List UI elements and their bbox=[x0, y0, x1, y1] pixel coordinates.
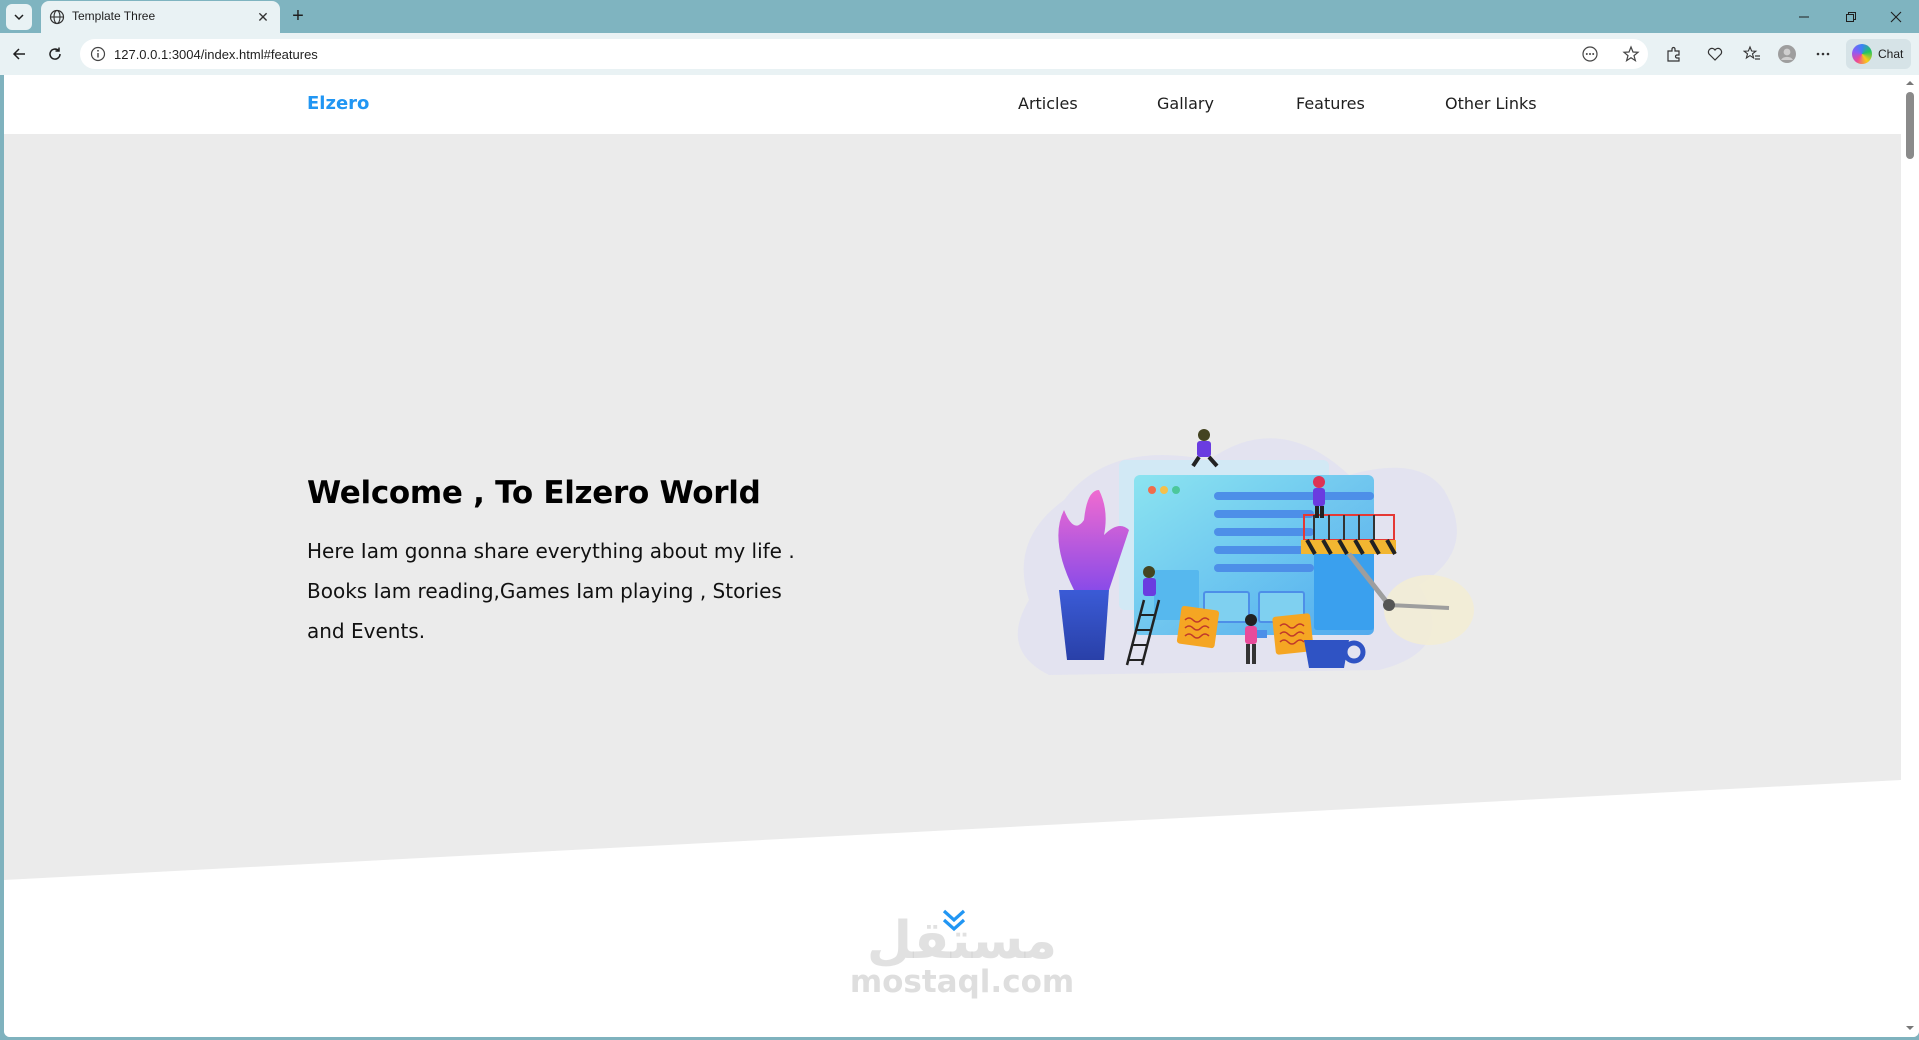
minimize-icon bbox=[1799, 16, 1809, 18]
favorites-button[interactable] bbox=[1741, 43, 1763, 65]
site-info-icon[interactable] bbox=[90, 46, 106, 62]
chat-label: Chat bbox=[1878, 47, 1904, 61]
new-tab-button[interactable]: + bbox=[287, 5, 309, 27]
chevron-down-icon bbox=[14, 14, 24, 21]
minimize-window-button[interactable] bbox=[1784, 2, 1824, 32]
favorite-star-icon[interactable] bbox=[1622, 45, 1640, 63]
watermark-arabic: مستقل bbox=[867, 911, 1057, 971]
close-tab-icon[interactable]: ✕ bbox=[255, 9, 271, 25]
close-window-button[interactable] bbox=[1876, 2, 1916, 32]
browser-toolbar: 127.0.0.1:3004/index.html#features Chat bbox=[0, 33, 1919, 75]
extensions-button[interactable] bbox=[1663, 43, 1685, 65]
nav-link-gallary[interactable]: Gallary bbox=[1157, 94, 1214, 113]
profile-button[interactable] bbox=[1776, 43, 1798, 65]
scroll-down-arrow-icon[interactable] bbox=[1905, 1023, 1915, 1033]
restore-window-button[interactable] bbox=[1831, 2, 1871, 32]
arrow-left-icon bbox=[12, 48, 25, 60]
section-divider-slant bbox=[4, 780, 1901, 1037]
nav-link-other-links[interactable]: Other Links bbox=[1445, 94, 1537, 113]
nav-link-articles[interactable]: Articles bbox=[1018, 94, 1078, 113]
site-logo[interactable]: Elzero bbox=[307, 93, 369, 114]
page-viewport: Elzero Articles Gallary Features Other L… bbox=[4, 75, 1919, 1037]
back-button[interactable] bbox=[6, 41, 32, 67]
settings-and-more-button[interactable] bbox=[1812, 43, 1834, 65]
url-text[interactable]: 127.0.0.1:3004/index.html#features bbox=[114, 47, 318, 62]
mostaql-watermark: مستقل mostaql.com bbox=[850, 911, 1074, 1000]
reload-button[interactable] bbox=[42, 41, 68, 67]
browser-essentials-button[interactable] bbox=[1704, 43, 1726, 65]
globe-icon bbox=[49, 9, 65, 25]
site-header: Elzero Articles Gallary Features Other L… bbox=[4, 75, 1901, 134]
tab-actions-menu-button[interactable] bbox=[6, 4, 32, 30]
favorites-list-icon bbox=[1743, 45, 1760, 60]
page-scrollbar[interactable] bbox=[1901, 75, 1919, 1037]
close-icon bbox=[1890, 11, 1902, 23]
scroll-up-arrow-icon[interactable] bbox=[1905, 78, 1915, 88]
heart-pulse-icon bbox=[1707, 47, 1723, 61]
hero-description: Here Iam gonna share everything about my… bbox=[307, 539, 795, 643]
more-options-circle-icon[interactable] bbox=[1581, 45, 1599, 63]
tab-title: Template Three bbox=[72, 9, 156, 23]
address-bar[interactable]: 127.0.0.1:3004/index.html#features bbox=[80, 39, 1648, 69]
hero-title: Welcome , To Elzero World bbox=[307, 475, 761, 511]
reload-icon bbox=[49, 47, 61, 60]
watermark-latin: mostaql.com bbox=[850, 964, 1074, 1000]
copilot-chat-button[interactable]: Chat bbox=[1846, 39, 1911, 69]
avatar-icon bbox=[1778, 45, 1796, 63]
scrollbar-thumb[interactable] bbox=[1906, 92, 1914, 159]
browser-tab[interactable]: Template Three ✕ bbox=[41, 1, 280, 33]
more-horizontal-icon bbox=[1816, 52, 1830, 56]
restore-icon bbox=[1846, 12, 1856, 22]
hero-illustration bbox=[1017, 429, 1474, 675]
puzzle-icon bbox=[1667, 46, 1680, 62]
copilot-logo-icon bbox=[1852, 44, 1872, 64]
nav-link-features[interactable]: Features bbox=[1296, 94, 1365, 113]
browser-tabstrip: Template Three ✕ + bbox=[0, 0, 1919, 33]
